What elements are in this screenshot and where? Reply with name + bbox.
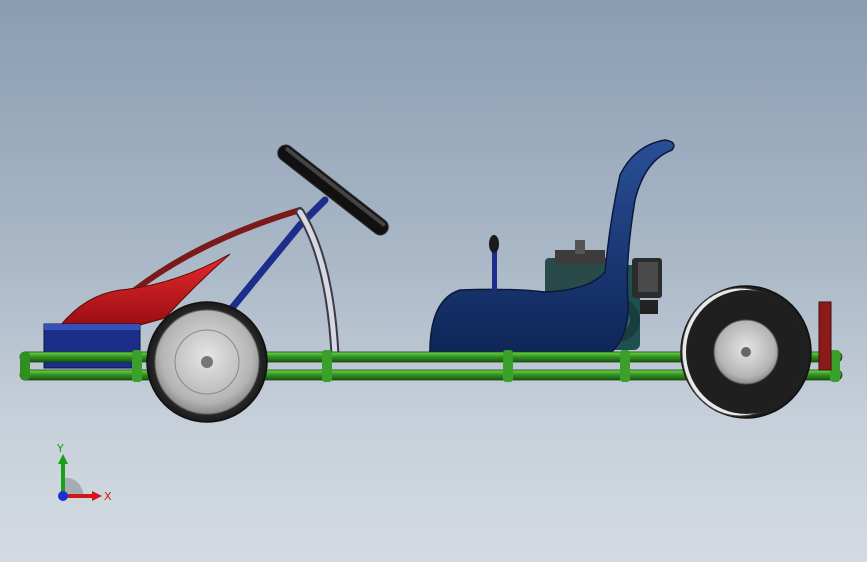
- rear-upright: [818, 301, 832, 371]
- x-axis-arrow: [92, 491, 102, 501]
- rear-wheel: [680, 285, 812, 419]
- steering-wheel: [277, 144, 389, 236]
- coordinate-triad: Y X: [56, 442, 112, 503]
- y-axis-label: Y: [56, 442, 64, 455]
- y-axis-arrow: [58, 454, 68, 464]
- gear-lever: [489, 235, 499, 290]
- steering-column: [295, 207, 340, 360]
- go-kart-model[interactable]: [0, 0, 867, 562]
- graphics-viewport[interactable]: Y X: [0, 0, 867, 562]
- x-axis-label: X: [104, 490, 112, 503]
- front-wheel: [146, 301, 268, 423]
- z-axis-dot: [58, 491, 68, 501]
